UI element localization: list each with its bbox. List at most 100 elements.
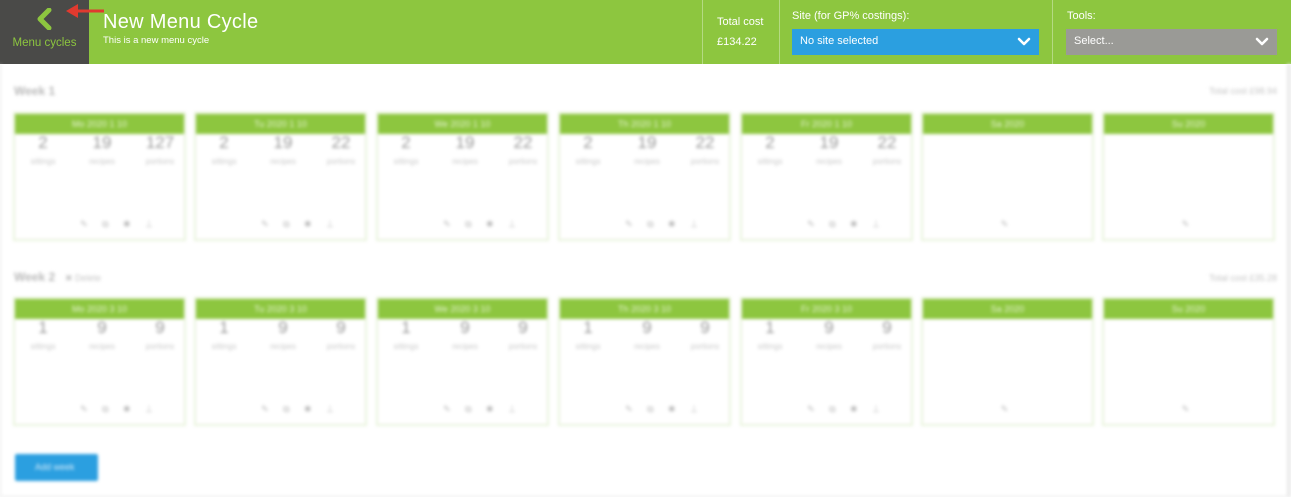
day-stat: 19 recipes bbox=[805, 133, 853, 166]
day-action-icons[interactable]: ✎ ⧉ ✱ ⊥ bbox=[196, 219, 365, 230]
day-stat: 2 sittings bbox=[19, 133, 67, 166]
day-stat: 22 portions bbox=[499, 133, 547, 166]
stat-caption: sittings bbox=[30, 157, 56, 166]
stat-number: 9 bbox=[518, 318, 528, 337]
stat-number: 19 bbox=[455, 133, 475, 152]
stat-number: 1 bbox=[38, 318, 48, 337]
day-stat: 19 recipes bbox=[623, 133, 671, 166]
stat-caption: recipes bbox=[452, 342, 478, 351]
day-card[interactable]: Fr 2020 1 10 2 sittings 19 recipes 22 portions… bbox=[740, 112, 913, 241]
day-action-icons[interactable]: ✎ ⧉ ✱ ⊥ bbox=[378, 404, 547, 415]
day-stat: 9 recipes bbox=[78, 318, 126, 351]
stat-number: 9 bbox=[278, 318, 288, 337]
day-action-icons[interactable]: ✎ ⧉ ✱ ⊥ bbox=[196, 404, 365, 415]
day-card[interactable]: Th 2020 3 10 1 sittings 9 recipes 9 portions ✎ … bbox=[558, 297, 731, 426]
stat-caption: recipes bbox=[270, 342, 296, 351]
stat-number: 127 bbox=[145, 133, 175, 152]
stat-number: 1 bbox=[219, 318, 229, 337]
stat-number: 9 bbox=[642, 318, 652, 337]
day-card[interactable]: Tu 2020 3 10 1 sittings 9 recipes 9 portions ✎ … bbox=[194, 297, 367, 426]
stat-number: 19 bbox=[819, 133, 839, 152]
day-action-icons[interactable]: ✎ ⧉ ✱ ⊥ bbox=[560, 219, 729, 230]
stat-caption: portions bbox=[690, 157, 720, 166]
day-stat: 2 sittings bbox=[746, 133, 794, 166]
day-action-icons[interactable]: ✎ bbox=[923, 219, 1092, 230]
day-card[interactable]: Mo 2020 1 10 2 sittings 19 recipes 127 portion… bbox=[13, 112, 186, 241]
stat-number: 9 bbox=[336, 318, 346, 337]
day-action-icons[interactable]: ✎ ⧉ ✱ ⊥ bbox=[742, 219, 911, 230]
day-stat: 127 portions bbox=[136, 133, 184, 166]
chevron-down-icon bbox=[1017, 37, 1031, 46]
stat-caption: sittings bbox=[393, 342, 419, 351]
day-stat: 22 portions bbox=[681, 133, 729, 166]
day-header: We 2020 1 10 bbox=[378, 114, 547, 134]
add-week-button[interactable]: Add week bbox=[15, 454, 98, 481]
stat-number: 22 bbox=[513, 133, 533, 152]
stat-caption: sittings bbox=[757, 342, 783, 351]
day-action-icons[interactable]: ✎ ⧉ ✱ ⊥ bbox=[560, 404, 729, 415]
week-title: Week 2 bbox=[14, 270, 56, 284]
day-stat: 1 sittings bbox=[746, 318, 794, 351]
day-header: Sa 2020 bbox=[923, 299, 1092, 319]
day-action-icons[interactable]: ✎ bbox=[1104, 404, 1273, 415]
chevron-left-icon bbox=[37, 8, 52, 30]
day-action-icons[interactable]: ✎ bbox=[923, 404, 1092, 415]
day-card[interactable]: We 2020 1 10 2 sittings 19 recipes 22 portions… bbox=[376, 112, 549, 241]
day-card[interactable]: Tu 2020 1 10 2 sittings 19 recipes 22 portions… bbox=[194, 112, 367, 241]
site-select[interactable]: No site selected bbox=[792, 29, 1039, 55]
day-stat: 2 sittings bbox=[200, 133, 248, 166]
stat-caption: recipes bbox=[816, 157, 842, 166]
day-card[interactable]: Sa 2020 ✎ bbox=[921, 297, 1094, 426]
day-header: Tu 2020 1 10 bbox=[196, 114, 365, 134]
day-stat: 22 portions bbox=[317, 133, 365, 166]
week-title: Week 1 bbox=[14, 84, 56, 98]
day-header: Th 2020 3 10 bbox=[560, 299, 729, 319]
stat-number: 2 bbox=[583, 133, 593, 152]
stat-number: 1 bbox=[401, 318, 411, 337]
tools-select-value: Select... bbox=[1074, 35, 1114, 47]
stat-caption: portions bbox=[872, 342, 902, 351]
stat-number: 19 bbox=[92, 133, 112, 152]
stat-caption: portions bbox=[145, 157, 175, 166]
stat-caption: sittings bbox=[211, 157, 237, 166]
day-stat: 1 sittings bbox=[564, 318, 612, 351]
top-bar: Menu cycles New Menu Cycle This is a new… bbox=[0, 0, 1291, 64]
day-card[interactable]: We 2020 3 10 1 sittings 9 recipes 9 portions ✎ … bbox=[376, 297, 549, 426]
week-total-cost: Total cost £98.94 bbox=[1208, 86, 1277, 96]
day-action-icons[interactable]: ✎ ⧉ ✱ ⊥ bbox=[378, 219, 547, 230]
tools-select[interactable]: Select... bbox=[1066, 29, 1277, 55]
stat-number: 22 bbox=[331, 133, 351, 152]
day-stat: 9 portions bbox=[863, 318, 911, 351]
stat-number: 9 bbox=[824, 318, 834, 337]
stat-caption: sittings bbox=[393, 157, 419, 166]
day-action-icons[interactable]: ✎ ⧉ ✱ ⊥ bbox=[15, 219, 184, 230]
day-stat: 9 portions bbox=[317, 318, 365, 351]
stat-caption: portions bbox=[872, 157, 902, 166]
day-action-icons[interactable]: ✎ ⧉ ✱ ⊥ bbox=[742, 404, 911, 415]
day-action-icons[interactable]: ✎ bbox=[1104, 219, 1273, 230]
stat-caption: sittings bbox=[30, 342, 56, 351]
day-card[interactable]: Th 2020 1 10 2 sittings 19 recipes 22 portions… bbox=[558, 112, 731, 241]
delete-week-link[interactable]: ✖ Delete bbox=[65, 273, 101, 284]
stat-caption: portions bbox=[690, 342, 720, 351]
total-cost-panel: Total cost £134.22 bbox=[702, 0, 780, 64]
day-card[interactable]: Su 2020 ✎ bbox=[1102, 297, 1275, 426]
add-week-label: Add week bbox=[35, 462, 75, 472]
stat-caption: recipes bbox=[89, 342, 115, 351]
day-card[interactable]: Su 2020 ✎ bbox=[1102, 112, 1275, 241]
stat-caption: recipes bbox=[89, 157, 115, 166]
back-label: Menu cycles bbox=[12, 37, 77, 49]
stat-number: 9 bbox=[882, 318, 892, 337]
day-card[interactable]: Mo 2020 3 10 1 sittings 9 recipes 9 portions ✎ … bbox=[13, 297, 186, 426]
tools-panel: Tools: Select... bbox=[1053, 0, 1291, 64]
day-action-icons[interactable]: ✎ ⧉ ✱ ⊥ bbox=[15, 404, 184, 415]
stat-caption: portions bbox=[508, 157, 538, 166]
stat-caption: portions bbox=[508, 342, 538, 351]
stat-number: 19 bbox=[273, 133, 293, 152]
chevron-down-icon bbox=[1255, 37, 1269, 46]
day-card[interactable]: Sa 2020 ✎ bbox=[921, 112, 1094, 241]
stat-caption: portions bbox=[326, 342, 356, 351]
stat-caption: portions bbox=[145, 342, 175, 351]
day-stat: 1 sittings bbox=[382, 318, 430, 351]
day-card[interactable]: Fr 2020 3 10 1 sittings 9 recipes 9 portions ✎ … bbox=[740, 297, 913, 426]
